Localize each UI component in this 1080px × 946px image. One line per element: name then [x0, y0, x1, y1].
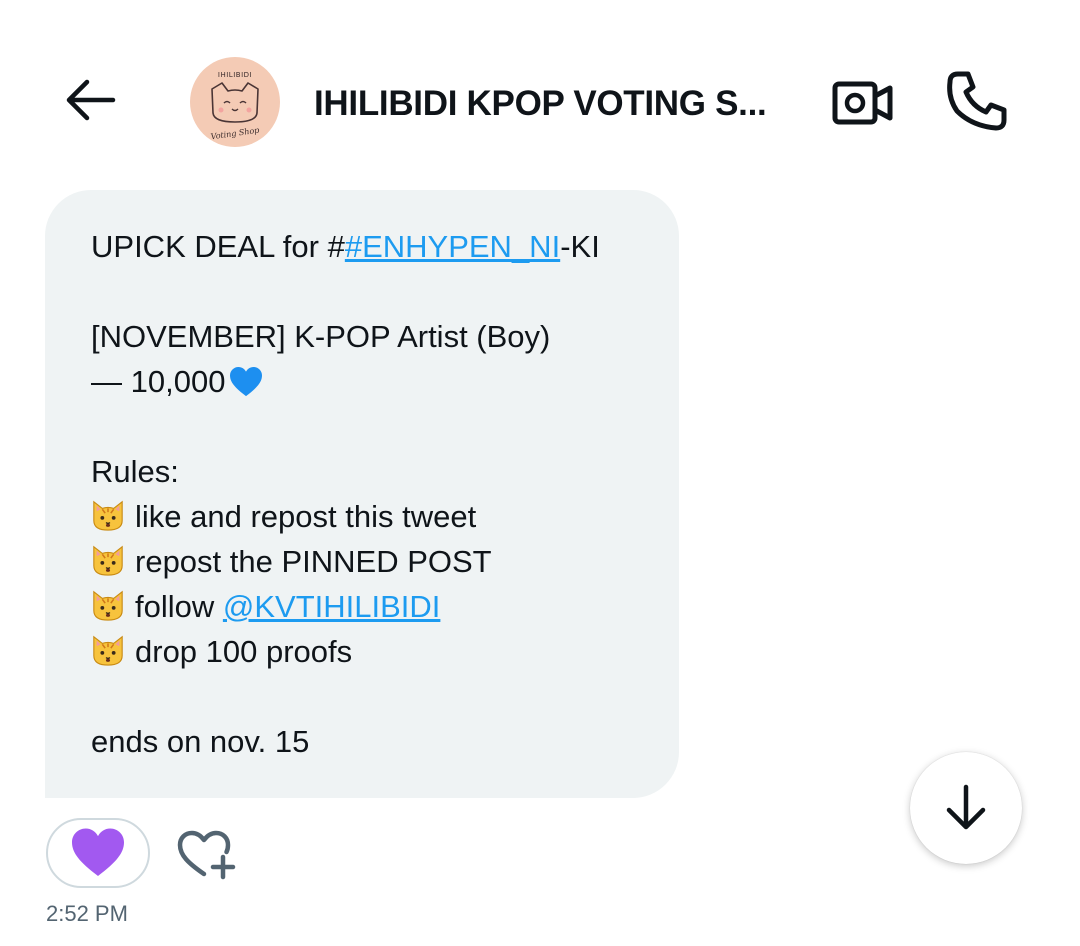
rule-item: repost the PINNED POST: [91, 539, 659, 584]
cat-face-icon: [91, 498, 125, 532]
arrow-down-icon: [946, 784, 986, 830]
back-button[interactable]: [58, 68, 122, 132]
rule-item: drop 100 proofs: [91, 629, 659, 674]
rule-text: follow: [135, 589, 223, 624]
video-camera-icon: [832, 81, 893, 125]
arrow-left-icon: [66, 79, 116, 121]
message-timestamp: 2:52 PM: [46, 901, 128, 926]
message-line-deal: UPICK DEAL for ##ENHYPEN_NI-KI: [91, 224, 659, 269]
scroll-to-bottom-button[interactable]: [910, 752, 1022, 864]
rule-item: follow @KVTIHILIBIDI: [91, 584, 659, 629]
mention-link[interactable]: @KVTIHILIBIDI: [223, 589, 441, 624]
deal-prefix-text: UPICK DEAL for #: [91, 229, 345, 264]
cat-face-icon: [91, 543, 125, 577]
amount-text: — 10,000: [91, 364, 226, 399]
reaction-chip[interactable]: [46, 818, 150, 888]
cat-face-icon: [91, 633, 125, 667]
cat-face-icon: [91, 588, 125, 622]
rule-text: repost the PINNED POST: [135, 544, 492, 579]
purple-heart-icon: [70, 827, 126, 879]
avatar-caption-bottom: Voting Shop: [210, 125, 260, 142]
message-line-end: ends on nov. 15: [91, 724, 310, 759]
deal-suffix-text: -KI: [560, 229, 600, 264]
video-call-button[interactable]: [830, 74, 896, 130]
avatar-caption-top: IHILIBIDI: [217, 71, 253, 79]
message-bubble[interactable]: UPICK DEAL for ##ENHYPEN_NI-KI [NOVEMBER…: [45, 190, 679, 798]
message-line-amount: — 10,000: [91, 359, 659, 404]
hashtag-link[interactable]: #ENHYPEN_NI: [345, 229, 560, 264]
phone-icon: [947, 71, 1007, 131]
chat-title[interactable]: IHILIBIDI KPOP VOTING S...: [314, 78, 814, 130]
avatar[interactable]: IHILIBIDI Voting Shop: [190, 57, 280, 147]
chat-header: IHILIBIDI Voting Shop IHILIBIDI KPOP VOT…: [0, 0, 1080, 180]
phone-call-button[interactable]: [944, 68, 1010, 134]
cat-logo-icon: [211, 82, 259, 123]
message-line-category: [NOVEMBER] K-POP Artist (Boy): [91, 319, 551, 354]
rule-text: like and repost this tweet: [135, 499, 477, 534]
heart-plus-icon: [177, 830, 236, 880]
rule-text: drop 100 proofs: [135, 634, 353, 669]
add-reaction-button[interactable]: [176, 826, 238, 882]
blue-heart-icon: [229, 366, 263, 398]
rule-item: like and repost this tweet: [91, 494, 659, 539]
rules-label: Rules:: [91, 454, 179, 489]
